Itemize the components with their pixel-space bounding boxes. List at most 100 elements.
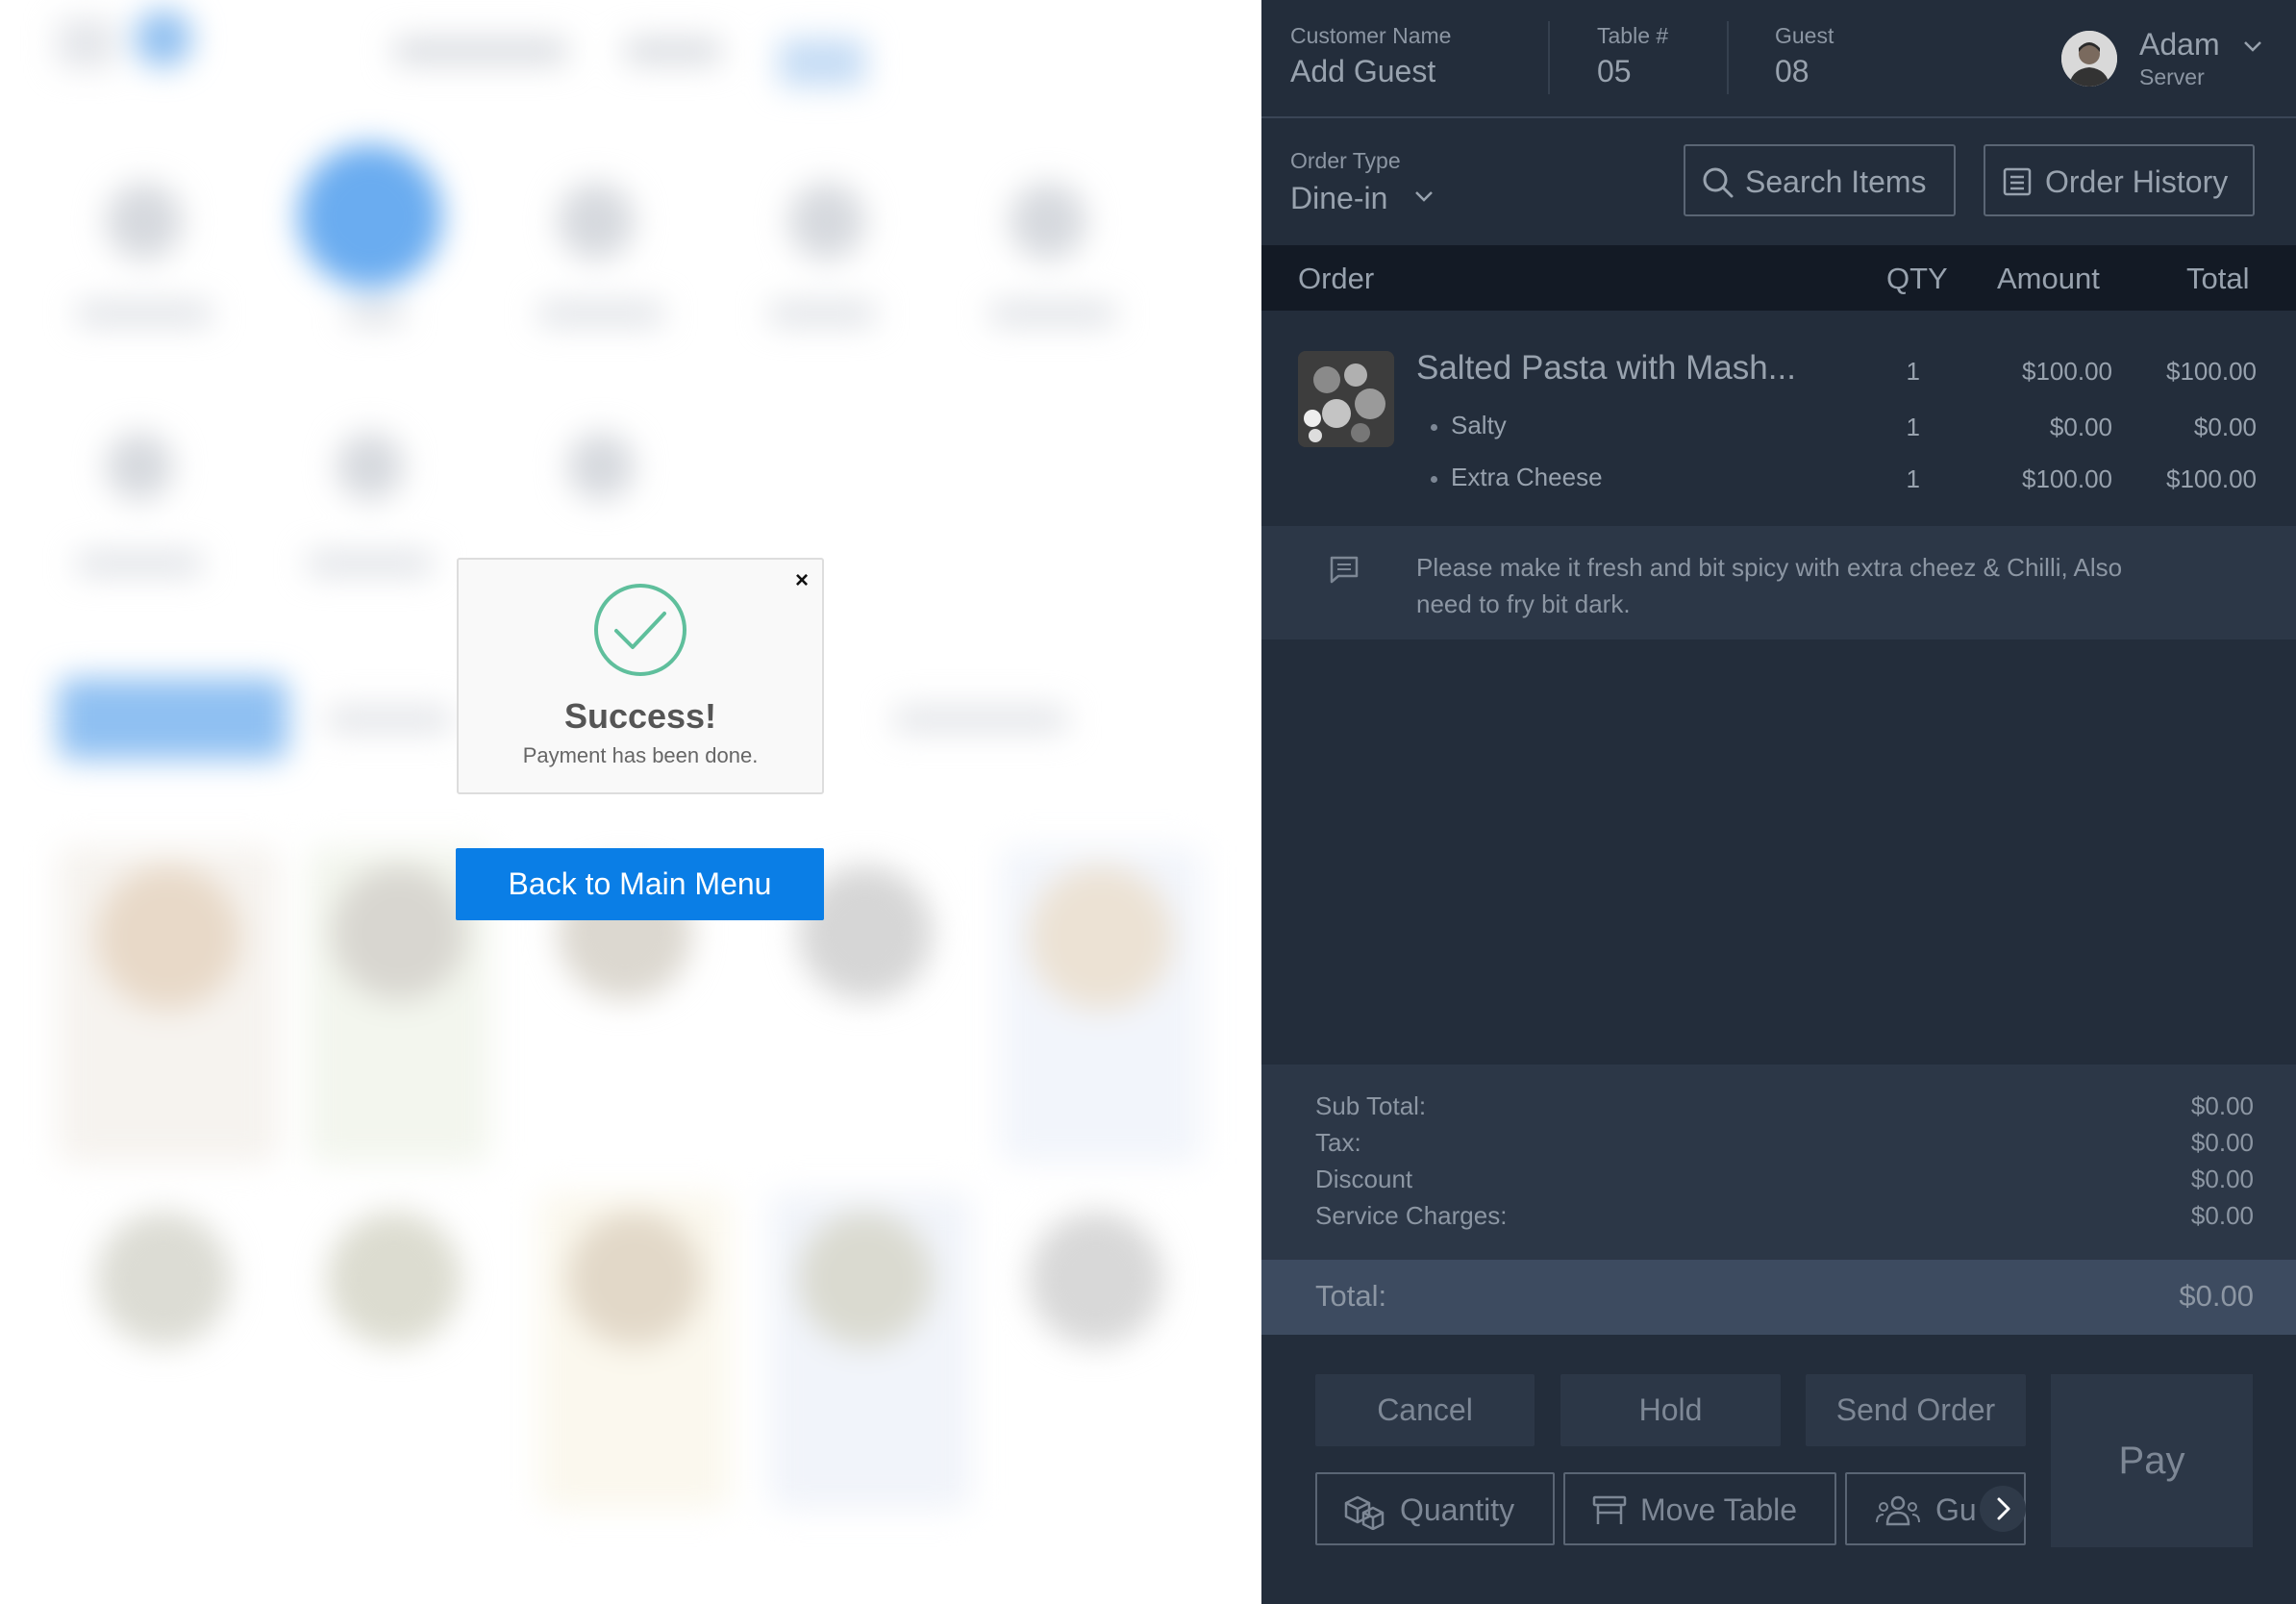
modifier-name: Extra Cheese — [1451, 463, 1603, 491]
close-icon[interactable]: × — [795, 569, 809, 592]
table-icon — [1592, 1495, 1627, 1524]
order-table-header: Order QTY Amount Total — [1261, 245, 2296, 311]
blur-category — [788, 183, 865, 260]
service-charges-label: Service Charges: — [1315, 1201, 1508, 1230]
dialog-message: Payment has been done. — [522, 743, 759, 767]
modifier-qty: 1 — [1906, 464, 1920, 493]
hold-button[interactable]: Hold — [1560, 1374, 1781, 1446]
customer-name-label: Customer Name — [1290, 23, 1452, 48]
quantity-button[interactable]: Quantity — [1315, 1472, 1555, 1545]
add-guest-link[interactable]: Add Guest — [1290, 54, 1435, 89]
users-icon — [1876, 1495, 1920, 1526]
search-items-label: Search Items — [1745, 164, 1927, 199]
blur-tab — [327, 707, 452, 732]
blur-category-active — [298, 144, 442, 288]
blur-food-image — [1029, 1212, 1163, 1346]
total-label: Total: — [1315, 1279, 1387, 1313]
blur-food-image — [96, 1212, 231, 1346]
guest-label: Gu — [1935, 1492, 1977, 1527]
chevron-down-icon[interactable] — [1413, 187, 1435, 206]
blur-nav — [779, 38, 865, 87]
blur-logo-accent — [135, 10, 192, 67]
search-items-button[interactable]: Search Items — [1684, 144, 1956, 216]
blur-category — [558, 183, 635, 260]
blur-category-label — [769, 303, 875, 324]
bullet — [1431, 424, 1437, 431]
move-table-label: Move Table — [1640, 1492, 1798, 1527]
column-amount: Amount — [1997, 262, 2100, 295]
blur-nav — [394, 38, 567, 63]
search-icon — [1703, 167, 1734, 198]
table-number-label: Table # — [1597, 23, 1669, 48]
subtotal-value: $0.00 — [2190, 1091, 2254, 1120]
column-qty: QTY — [1886, 262, 1948, 295]
blurred-menu — [0, 0, 1261, 1604]
blur-food-image — [327, 1212, 462, 1346]
grand-total-row: Total: $0.00 — [1261, 1260, 2296, 1335]
order-note[interactable]: Please make it fresh and bit spicy with … — [1261, 526, 2296, 639]
order-history-button[interactable]: Order History — [1984, 144, 2255, 216]
tax-value: $0.00 — [2190, 1128, 2254, 1157]
server-role: Server — [2139, 64, 2205, 89]
order-panel: Customer Name Add Guest Table # 05 Guest… — [1261, 0, 2296, 1604]
blur-food-image — [1029, 865, 1173, 1010]
guest-count-value[interactable]: 08 — [1775, 54, 1809, 89]
blur-nav — [625, 38, 721, 63]
move-table-button[interactable]: Move Table — [1563, 1472, 1836, 1545]
item-total: $100.00 — [2166, 357, 2257, 386]
service-charges-value: $0.00 — [2190, 1201, 2254, 1230]
blur-category-label — [77, 303, 212, 324]
bullet — [1431, 476, 1437, 483]
pasta-image — [1298, 351, 1394, 447]
modifier-amount: $0.00 — [2049, 413, 2112, 441]
user-avatar-icon — [2061, 31, 2117, 87]
order-type-select[interactable]: Dine-in — [1290, 181, 1387, 216]
blur-category-label — [538, 303, 663, 324]
modifier-name: Salty — [1451, 411, 1507, 439]
modifier-total: $100.00 — [2166, 464, 2257, 493]
send-order-button[interactable]: Send Order — [1806, 1374, 2026, 1446]
discount-value: $0.00 — [2190, 1165, 2254, 1193]
modifier-qty: 1 — [1906, 413, 1920, 441]
chevron-down-icon[interactable] — [2242, 37, 2263, 56]
back-to-main-menu-button[interactable]: Back to Main Menu — [456, 848, 824, 920]
blur-category — [1010, 183, 1086, 260]
boxes-icon — [1344, 1495, 1385, 1530]
divider — [1548, 21, 1550, 94]
menu-background: × Success! Payment has been done. Back t… — [0, 0, 1261, 1604]
divider — [1727, 21, 1729, 94]
item-qty: 1 — [1906, 357, 1920, 386]
blur-tab — [894, 707, 1067, 732]
blur-category-label — [990, 303, 1115, 324]
order-history-label: Order History — [2045, 164, 2229, 199]
total-value: $0.00 — [2179, 1279, 2254, 1313]
food-thumbnail — [1298, 351, 1394, 447]
avatar[interactable] — [2061, 31, 2117, 87]
cancel-button[interactable]: Cancel — [1315, 1374, 1535, 1446]
guest-count-label: Guest — [1775, 23, 1834, 48]
column-order: Order — [1298, 262, 1375, 295]
comment-icon — [1330, 556, 1359, 584]
list-document-icon — [2003, 167, 2032, 196]
blur-tab-active — [58, 678, 288, 760]
blur-food-image — [798, 1212, 933, 1346]
blur-logo — [58, 19, 115, 67]
order-type-label: Order Type — [1290, 148, 1401, 173]
quantity-label: Quantity — [1400, 1492, 1515, 1527]
pay-button[interactable]: Pay — [2051, 1374, 2253, 1547]
blur-category-label — [77, 553, 202, 574]
blur-category — [106, 433, 173, 500]
discount-label: Discount — [1315, 1165, 1413, 1193]
blur-category — [567, 433, 635, 500]
blur-food-image — [567, 1212, 702, 1346]
note-text: Please make it fresh and bit spicy with … — [1416, 553, 2123, 618]
blur-category-label — [308, 553, 433, 574]
blur-category — [337, 433, 404, 500]
order-line-item[interactable]: Salted Pasta with Mash... 1 $100.00 $100… — [1261, 311, 2296, 526]
scroll-right-button[interactable] — [1980, 1486, 2026, 1532]
blur-category — [106, 183, 183, 260]
table-number-value[interactable]: 05 — [1597, 54, 1632, 89]
blur-food-image — [96, 865, 240, 1010]
server-name[interactable]: Adam — [2139, 27, 2220, 63]
order-summary: Sub Total: $0.00 Tax: $0.00 Discount $0.… — [1261, 1065, 2296, 1260]
